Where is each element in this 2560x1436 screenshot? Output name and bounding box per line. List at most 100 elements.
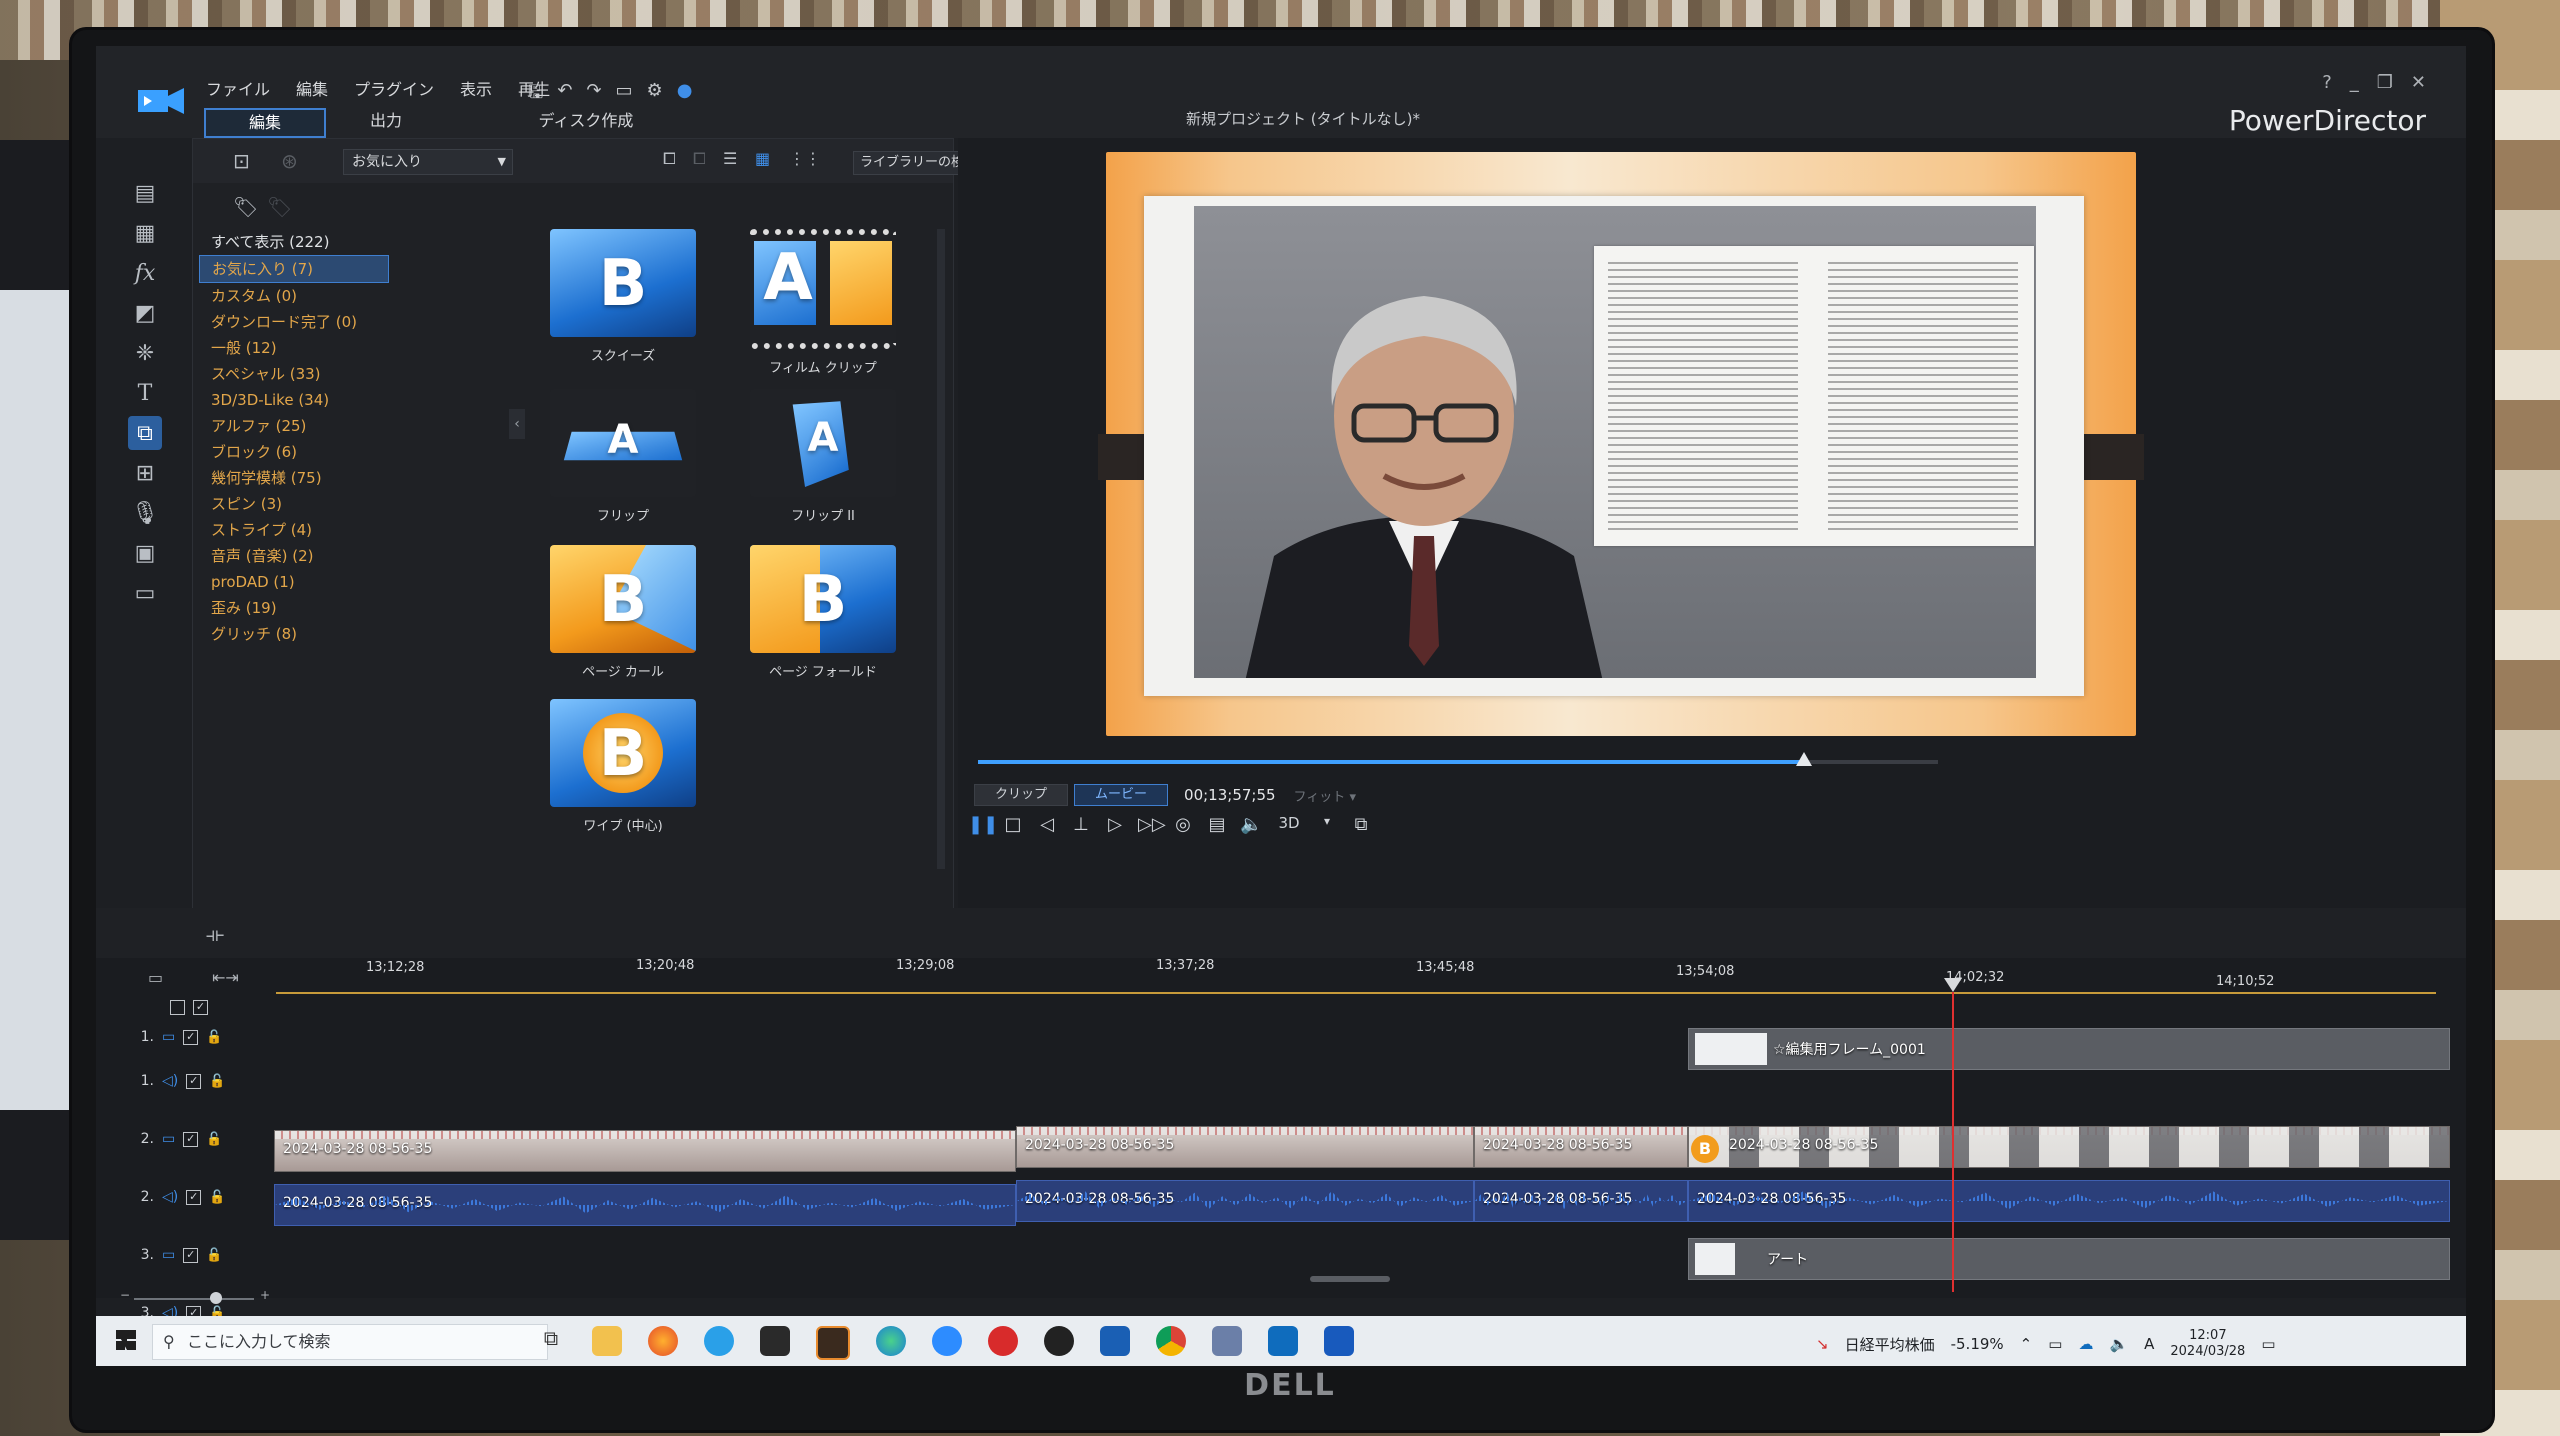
- fast-forward-icon[interactable]: ▷▷: [1138, 814, 1166, 835]
- track-manager-icon[interactable]: ▭: [148, 968, 163, 987]
- effect-flip-ii[interactable]: A フリップ II: [748, 389, 898, 524]
- category-item[interactable]: スペシャル (33): [199, 361, 389, 387]
- track-enable-checkbox[interactable]: ✓: [186, 1073, 202, 1089]
- effect-page-curl[interactable]: B ページ カール: [548, 545, 698, 680]
- previous-frame-icon[interactable]: ◁: [1036, 814, 1058, 835]
- library-scrollbar[interactable]: [937, 229, 945, 869]
- zoom-handle[interactable]: [210, 1292, 222, 1304]
- transition-room-icon[interactable]: ⧉: [128, 416, 162, 450]
- close-icon[interactable]: ✕: [2411, 72, 2426, 93]
- zoom-in-icon[interactable]: +: [260, 1288, 270, 1302]
- category-item[interactable]: proDAD (1): [199, 569, 389, 595]
- subtitle-room-icon[interactable]: ▭: [128, 576, 162, 610]
- zoom-out-icon[interactable]: −: [120, 1288, 130, 1302]
- effect-squeeze[interactable]: B スクイーズ: [548, 229, 698, 364]
- onedrive-icon[interactable]: ☁: [2078, 1335, 2093, 1353]
- category-item[interactable]: スピン (3): [199, 491, 389, 517]
- camera-app-icon[interactable]: [1044, 1326, 1074, 1356]
- small-grid-icon[interactable]: ⋮⋮: [789, 149, 821, 168]
- effect-page-fold[interactable]: B ページ フォールド: [748, 545, 898, 680]
- settings-gear-icon[interactable]: ⚙: [647, 80, 663, 110]
- chevron-up-icon[interactable]: ⌃: [2020, 1335, 2033, 1353]
- effect-flip[interactable]: A フリップ: [548, 389, 698, 524]
- movie-mode-button[interactable]: ムービー: [1074, 784, 1169, 806]
- category-item[interactable]: グリッチ (8): [199, 621, 389, 647]
- category-item[interactable]: 一般 (12): [199, 335, 389, 361]
- category-item[interactable]: 歪み (19): [199, 595, 389, 621]
- timeline-clip-audio[interactable]: 2024-03-28 08-56-35: [1688, 1180, 2450, 1222]
- undock-preview-icon[interactable]: ⧉: [1350, 814, 1372, 835]
- timeline-clip-video[interactable]: 2024-03-28 08-56-35: [1016, 1126, 1474, 1168]
- category-item-selected[interactable]: お気に入り (7): [199, 255, 389, 283]
- save-icon[interactable]: 🖫: [528, 80, 543, 110]
- timeline-horizontal-scrollbar[interactable]: [1310, 1276, 1390, 1282]
- menu-edit[interactable]: 編集: [296, 76, 328, 100]
- category-item[interactable]: 音声 (音楽) (2): [199, 543, 389, 569]
- category-item[interactable]: 3D/3D-Like (34): [199, 387, 389, 413]
- lock-icon[interactable]: 🔓: [209, 1190, 225, 1205]
- chevron-down-icon[interactable]: ▾: [1316, 814, 1338, 835]
- effect-film-clip[interactable]: A フィルム クリップ: [748, 229, 898, 376]
- subtitle-icon[interactable]: ▤: [1206, 814, 1228, 835]
- lock-icon[interactable]: 🔓: [206, 1030, 222, 1045]
- menu-file[interactable]: ファイル: [206, 76, 270, 100]
- pause-icon[interactable]: ❚❚: [968, 814, 998, 835]
- stop-icon[interactable]: □: [1002, 814, 1024, 835]
- next-frame-icon[interactable]: ▷: [1104, 814, 1126, 835]
- seekbar-handle[interactable]: [1795, 752, 1812, 766]
- tag-remove-icon[interactable]: 🏷: [267, 195, 292, 219]
- firefox-icon[interactable]: [648, 1326, 678, 1356]
- category-item[interactable]: ブロック (6): [199, 439, 389, 465]
- minimize-icon[interactable]: _: [2350, 72, 2359, 93]
- import-folder-icon[interactable]: ⊡: [233, 149, 250, 173]
- fx-room-icon[interactable]: fx: [128, 256, 162, 290]
- voice-over-icon[interactable]: 🎙: [128, 496, 162, 530]
- tag-add-icon[interactable]: 🏷: [233, 195, 258, 219]
- chapter-room-icon[interactable]: ▣: [128, 536, 162, 570]
- lock-icon[interactable]: 🔓: [206, 1132, 222, 1147]
- windows-start-icon[interactable]: [116, 1330, 136, 1350]
- snapshot-icon[interactable]: ◎: [1172, 814, 1194, 835]
- skype-icon[interactable]: [704, 1326, 734, 1356]
- preview-seekbar[interactable]: [978, 752, 1938, 766]
- zoom-app-icon[interactable]: [932, 1326, 962, 1356]
- grid-view-icon[interactable]: ▦: [755, 149, 770, 168]
- network-icon[interactable]: ▭: [2048, 1335, 2062, 1353]
- category-item[interactable]: 幾何学模様 (75): [199, 465, 389, 491]
- category-item[interactable]: ストライプ (4): [199, 517, 389, 543]
- category-item[interactable]: カスタム (0): [199, 283, 389, 309]
- fit-timeline-icon[interactable]: ⟛: [206, 922, 224, 946]
- record-app-icon[interactable]: [988, 1326, 1018, 1356]
- checkbox[interactable]: [170, 999, 185, 1015]
- ime-indicator[interactable]: A: [2144, 1335, 2154, 1353]
- aspect-ratio-icon[interactable]: ▭: [616, 80, 633, 110]
- timeline-zoom-fit-icon[interactable]: ⇤⇥: [212, 968, 239, 987]
- redo-icon[interactable]: ↷: [586, 80, 601, 110]
- timeline-clip-video[interactable]: B 2024-03-28 08-56-35: [1688, 1126, 2450, 1168]
- edge-icon[interactable]: [876, 1326, 906, 1356]
- track-enable-checkbox[interactable]: ✓: [183, 1131, 199, 1147]
- menu-plugin[interactable]: プラグイン: [354, 76, 434, 100]
- tab-disc-authoring[interactable]: ディスク作成: [486, 108, 686, 134]
- category-item[interactable]: すべて表示 (222): [199, 229, 389, 255]
- file-explorer-icon[interactable]: [592, 1326, 622, 1356]
- timeline-clip-audio[interactable]: 2024-03-28 08-56-35: [1016, 1180, 1474, 1222]
- template-room-icon[interactable]: ▦: [128, 216, 162, 250]
- timeline-clip-video[interactable]: 2024-03-28 08-56-35: [1474, 1126, 1688, 1168]
- transition-badge-icon[interactable]: B: [1691, 1135, 1719, 1163]
- download-icon[interactable]: ⊛: [281, 149, 298, 173]
- effect-wipe-center[interactable]: B ワイプ (中心): [548, 699, 698, 834]
- particle-room-icon[interactable]: ❈: [128, 336, 162, 370]
- stock-chart-icon[interactable]: ↘: [1816, 1335, 1829, 1353]
- tab-edit[interactable]: 編集: [204, 108, 326, 138]
- time-ruler[interactable]: 13;12;28 13;20;48 13;29;08 13;37;28 13;4…: [276, 958, 2436, 994]
- camera-icon[interactable]: [1212, 1326, 1242, 1356]
- category-item[interactable]: アルファ (25): [199, 413, 389, 439]
- app-icon-dark[interactable]: [760, 1326, 790, 1356]
- timeline-clip-audio[interactable]: 2024-03-28 08-56-35: [274, 1184, 1016, 1226]
- tab-output[interactable]: 出力: [326, 108, 446, 134]
- powerdirector-taskbar-icon[interactable]: [1100, 1326, 1130, 1356]
- volume-icon[interactable]: 🔈: [1240, 814, 1262, 835]
- help-icon[interactable]: ?: [2322, 72, 2332, 93]
- task-view-icon[interactable]: ⧉: [536, 1326, 566, 1356]
